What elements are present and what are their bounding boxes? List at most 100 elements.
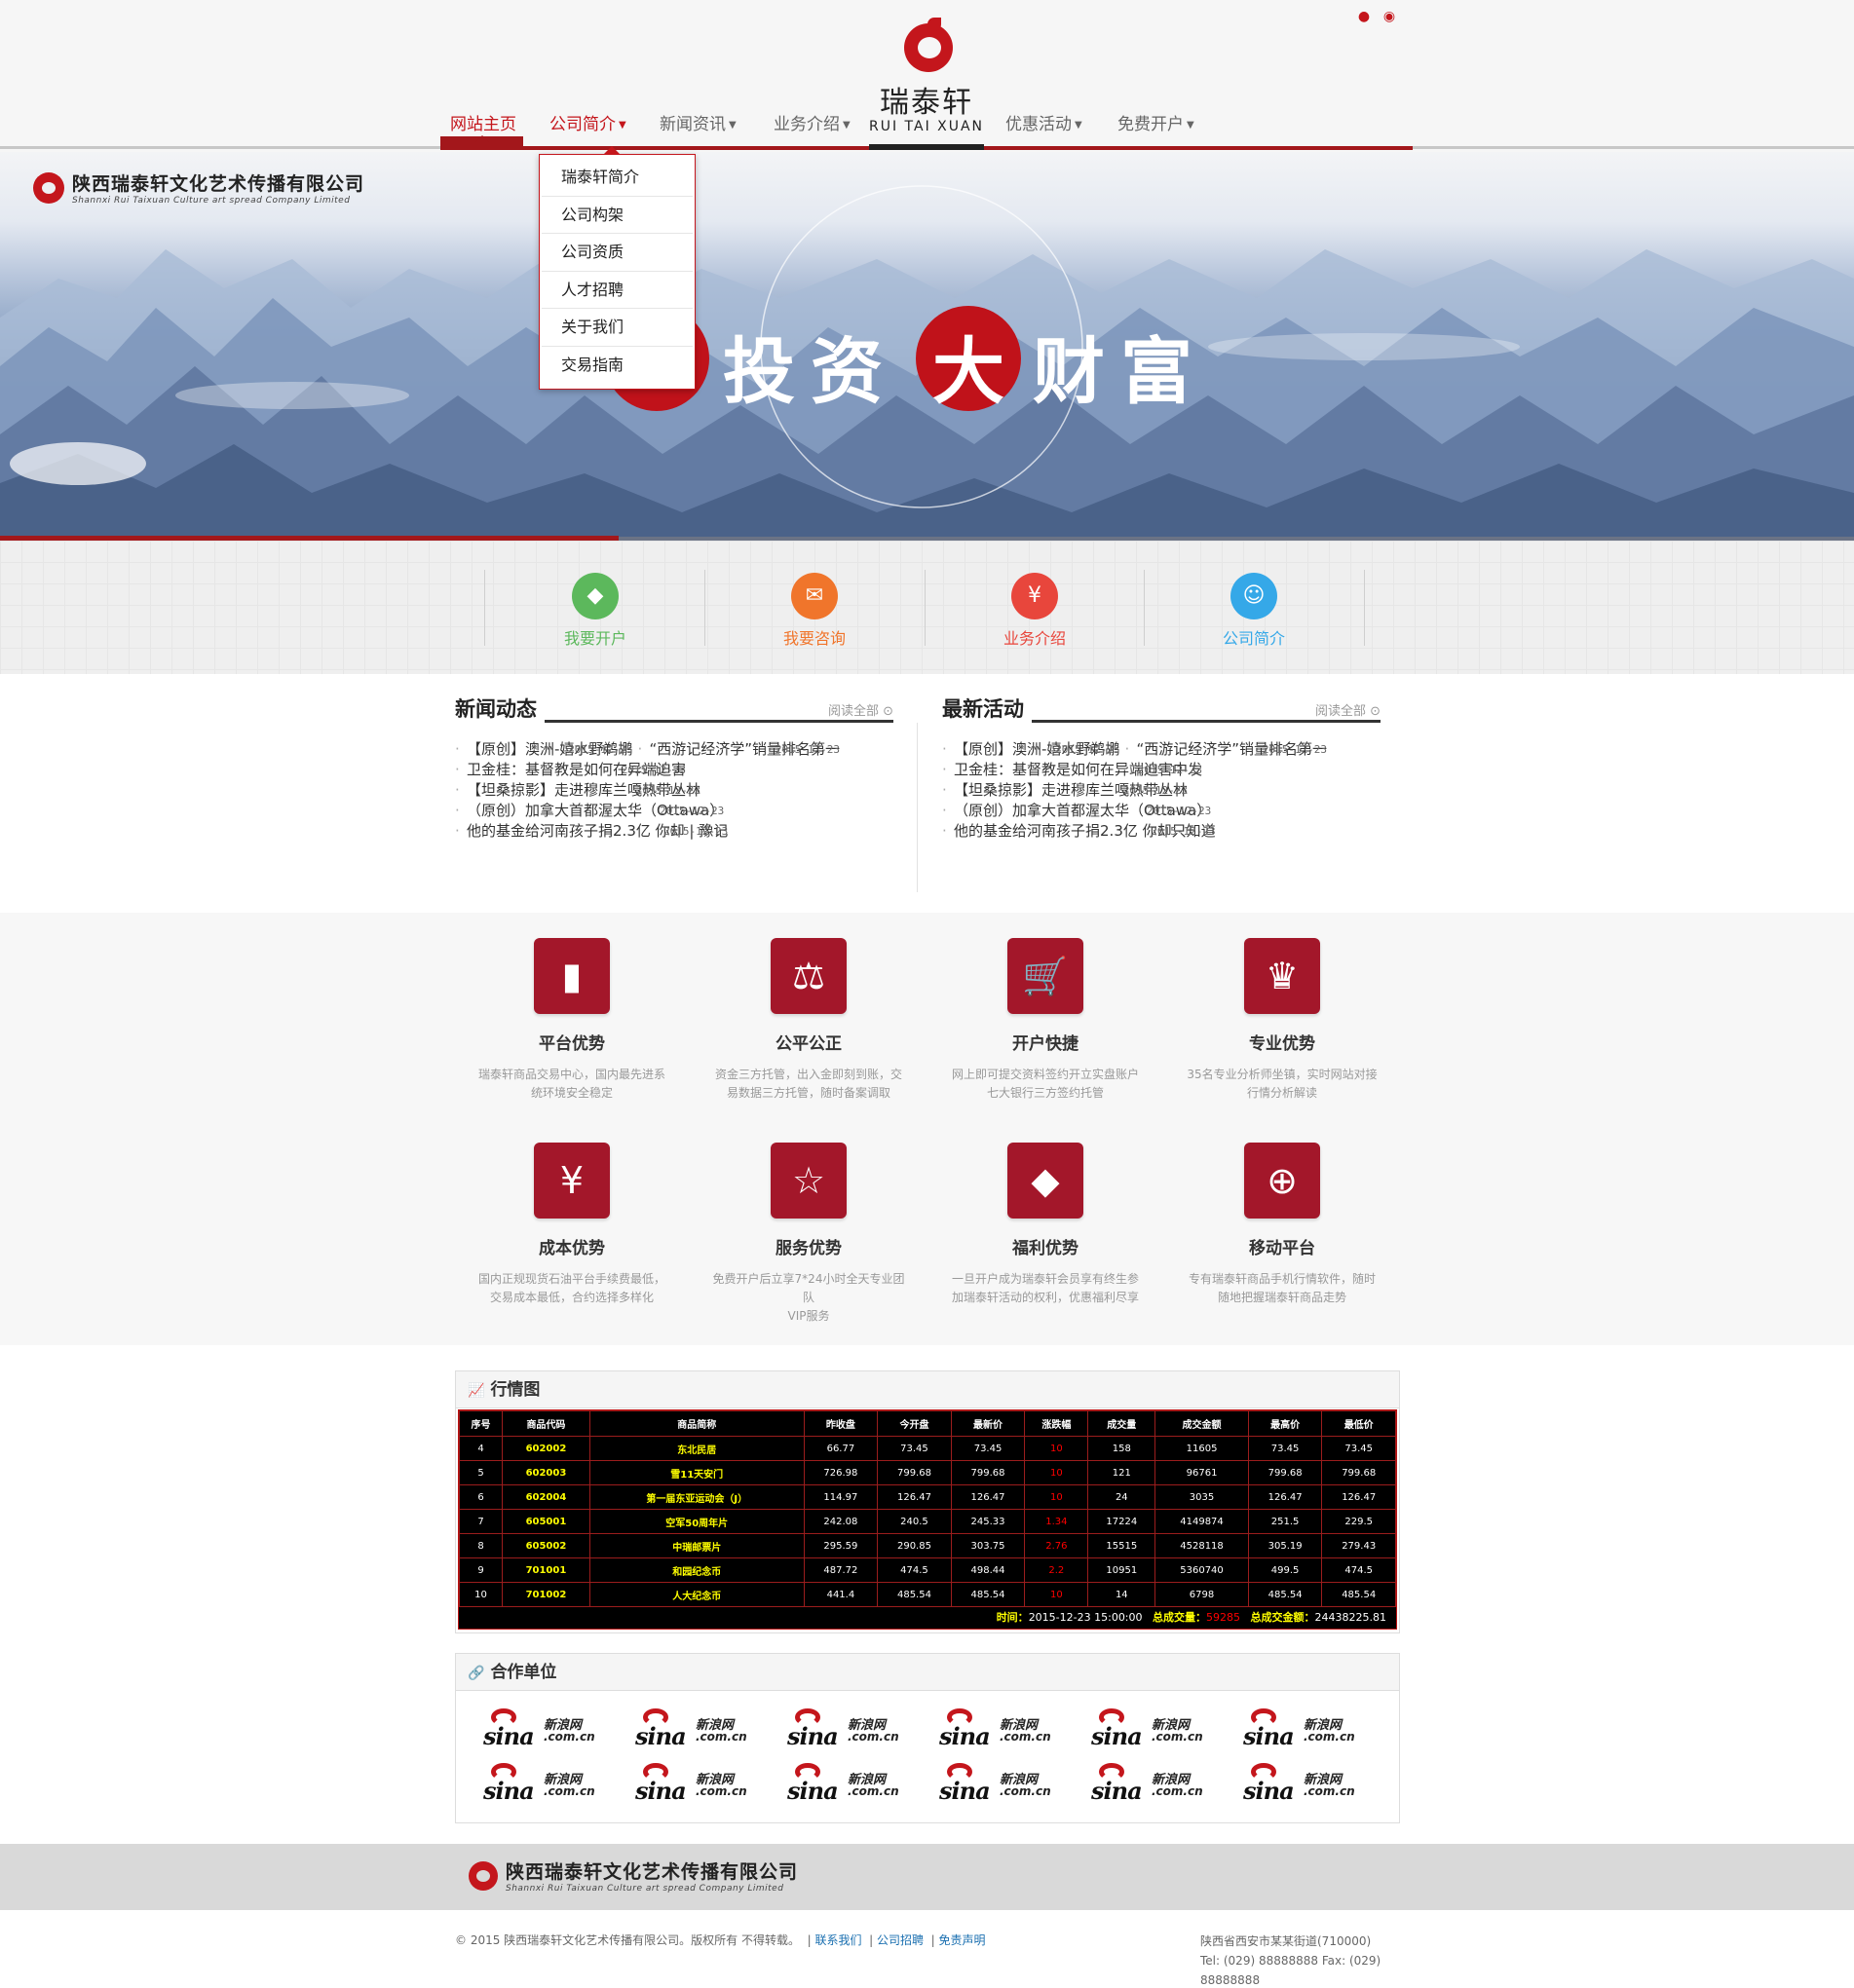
table-cell: 303.75 — [950, 1533, 1026, 1558]
activity-item[interactable]: 【原创】澳洲-嬉水野鹈鹕2015-12-23 — [942, 740, 1119, 758]
footer-link-careers[interactable]: 公司招聘 — [877, 1933, 924, 1947]
activity-item-date: 2015-12-23 — [1147, 805, 1212, 817]
nav-business[interactable]: 业务介绍 ▼ — [774, 110, 851, 134]
quick-link-open-account[interactable]: ◆ 我要开户 — [485, 573, 705, 648]
partner-logo-domain: .com.cn — [848, 1784, 899, 1798]
table-cell: 126.47 — [950, 1484, 1026, 1510]
advantage-desc-line: 加瑞泰轩活动的权利，优惠福利尽享 — [951, 1291, 1139, 1304]
nav-about[interactable]: 公司简介 ▼ — [549, 110, 626, 134]
nav-promotions[interactable]: 优惠活动 ▼ — [1005, 110, 1082, 134]
news-list: 【原创】澳洲-嬉水野鹈鹕2015-12-23 “西游记经济学”销量排名第一201… — [455, 738, 893, 841]
activity-item[interactable]: “西游记经济学”销量排名第一2015-12-23 — [1125, 740, 1328, 758]
news-header: 新闻动态 阅读全部 ⊙ — [455, 694, 893, 723]
footer-link-disclaimer[interactable]: 免责声明 — [939, 1933, 986, 1947]
dropdown-item-about-us[interactable]: 关于我们 — [542, 309, 693, 347]
address: 陕西省西安市某某街道(710000) — [1200, 1934, 1372, 1948]
partner-logo-word: sina — [483, 1722, 535, 1750]
column-header: 商品简称 — [588, 1410, 805, 1437]
table-row: 6 602004 第一届东亚运动会（J） 114.97 126.47 126.47 10 24… — [458, 1484, 1396, 1510]
table-cell: 441.4 — [803, 1582, 879, 1607]
activities-read-all-link[interactable]: 阅读全部 ⊙ — [1308, 700, 1381, 719]
advantage-desc: 网上即可提交资料签约开立实盘账户 七大银行三方签约托管 — [948, 1066, 1143, 1103]
dropdown-item-careers[interactable]: 人才招聘 — [542, 272, 693, 309]
news-read-all-link[interactable]: 阅读全部 ⊙ — [821, 700, 893, 719]
news-item[interactable]: 卫金桂：基督教是如何在异端迫害2015-12-23 — [455, 761, 686, 778]
column-header: 成交量 — [1087, 1410, 1156, 1437]
advantage-fairness: ⚖ 公平公正 资金三方托管，出入金即刻到账，交 易数据三方托管，随时备案调取 — [711, 938, 906, 1103]
partner-logo[interactable]: sina 新浪网 .com.cn — [939, 1708, 1056, 1750]
column-header: 最高价 — [1247, 1410, 1323, 1437]
activity-item[interactable]: （原创）加拿大首都渥太华（Ottawa）2015-12-23 — [942, 802, 1211, 819]
table-cell: 7 — [458, 1509, 504, 1534]
advantage-desc-line: 免费开户后立享7*24小时全天专业团队 — [712, 1272, 905, 1304]
partner-logo[interactable]: sina 新浪网 .com.cn — [1091, 1708, 1208, 1750]
table-row: 8 605002 中瑞邮票片 295.59 290.85 303.75 2.76 15515 4… — [458, 1533, 1396, 1558]
footer-link-contact[interactable]: 联系我们 — [815, 1933, 862, 1947]
wechat-icon[interactable]: ● — [1355, 10, 1373, 23]
partner-logo-word: sina — [787, 1722, 839, 1750]
chevron-down-icon: ▼ — [619, 120, 626, 131]
partner-logo-word: sina — [1243, 1777, 1295, 1805]
nav-news[interactable]: 新闻资讯 ▼ — [660, 110, 737, 134]
market-header: 📈 行情图 — [456, 1371, 1399, 1408]
site-logo[interactable]: 瑞泰轩 RUI TAI XUAN — [867, 18, 986, 148]
partner-logo[interactable]: sina 新浪网 .com.cn — [787, 1708, 904, 1750]
partner-logo[interactable]: sina 新浪网 .com.cn — [483, 1763, 600, 1805]
activity-item[interactable]: 卫金桂：基督教是如何在异端迫害中发2015-12-23 — [942, 761, 1202, 778]
market-summary: 时间：2015-12-23 15:00:00 总成交量：59285 总成交金额：… — [459, 1607, 1396, 1629]
column-header: 最低价 — [1321, 1410, 1396, 1437]
table-cell: 605001 — [502, 1509, 590, 1534]
table-cell: 240.5 — [877, 1509, 952, 1534]
activity-item[interactable]: 【坦桑掠影】走进穆库兰嘎热带丛林2015-12-23 — [942, 781, 1188, 799]
table-cell: 5360740 — [1154, 1557, 1249, 1583]
partner-logo-domain: .com.cn — [1000, 1784, 1051, 1798]
table-cell: 73.45 — [1247, 1436, 1323, 1461]
news-item[interactable]: 【原创】澳洲-嬉水野鹈鹕2015-12-23 — [455, 740, 632, 758]
news-section: 新闻动态 阅读全部 ⊙ 【原创】澳洲-嬉水野鹈鹕2015-12-23 “西游记经… — [455, 694, 893, 841]
slogan-char: 大 — [932, 330, 1004, 414]
quick-link-about[interactable]: ☺ 公司简介 — [1144, 573, 1364, 648]
chevron-down-icon: ▼ — [843, 120, 851, 131]
news-item[interactable]: 【坦桑掠影】走进穆库兰嘎热带丛林2015-12-23 — [455, 781, 700, 799]
market-table-body: 4 602002 东北民居 66.77 73.45 73.45 10 158 11605 73.4… — [458, 1436, 1396, 1607]
nav-open-account[interactable]: 免费开户 ▼ — [1117, 110, 1194, 134]
slogan-char: 财 — [1033, 330, 1105, 414]
table-cell: 242.08 — [803, 1509, 879, 1534]
advantage-title: 成本优势 — [539, 1239, 605, 1258]
partner-logo[interactable]: sina 新浪网 .com.cn — [939, 1763, 1056, 1805]
advantage-desc-line: 网上即可提交资料签约开立实盘账户 — [951, 1068, 1139, 1081]
table-cell: 10 — [1024, 1436, 1089, 1461]
nav-active-indicator — [440, 135, 523, 150]
table-row: 4 602002 东北民居 66.77 73.45 73.45 10 158 11605 73.4… — [458, 1436, 1396, 1461]
table-cell: 2.2 — [1024, 1557, 1089, 1583]
dropdown-item-qualification[interactable]: 公司资质 — [542, 234, 693, 272]
chat-icon: ✉ — [791, 573, 838, 619]
news-item[interactable]: “西游记经济学”销量排名第一2015-12-23 — [638, 740, 841, 758]
weibo-icon[interactable]: ◉ — [1381, 10, 1398, 23]
table-cell: 279.43 — [1321, 1533, 1396, 1558]
advantage-desc: 国内正规现货石油平台手续费最低， 交易成本最低，合约选择多样化 — [474, 1270, 669, 1307]
partner-logo[interactable]: sina 新浪网 .com.cn — [1243, 1708, 1360, 1750]
partner-logo[interactable]: sina 新浪网 .com.cn — [483, 1708, 600, 1750]
partner-logo[interactable]: sina 新浪网 .com.cn — [787, 1763, 904, 1805]
quick-link-business[interactable]: ¥ 业务介绍 — [925, 573, 1145, 648]
news-item[interactable]: （原创）加拿大首都渥太华（Ottawa）2015-12-23 — [455, 802, 724, 819]
partner-logo[interactable]: sina 新浪网 .com.cn — [635, 1763, 752, 1805]
table-cell: 605002 — [502, 1533, 590, 1558]
news-item[interactable]: 他的基金给河南孩子捐2.3亿 你却 | 豫记2015-12-23 — [455, 822, 728, 840]
partner-logo[interactable]: sina 新浪网 .com.cn — [1243, 1763, 1360, 1805]
activity-item[interactable]: 他的基金给河南孩子捐2.3亿 你却只知道2015-12-23 — [942, 822, 1216, 840]
table-cell: 251.5 — [1247, 1509, 1323, 1534]
partner-logo[interactable]: sina 新浪网 .com.cn — [1091, 1763, 1208, 1805]
nav-news-label: 新闻资讯 — [660, 115, 726, 134]
dropdown-item-trading-guide[interactable]: 交易指南 — [542, 347, 693, 385]
column-header: 商品代码 — [502, 1410, 590, 1437]
dropdown-item-structure[interactable]: 公司构架 — [542, 197, 693, 234]
table-cell: 24 — [1087, 1484, 1156, 1510]
market-panel: 📈 行情图 序号 商品代码 商品简称 昨收盘 今开盘 最新价 涨跌幅 成交量 成交… — [455, 1370, 1400, 1633]
dropdown-item-intro[interactable]: 瑞泰轩简介 — [542, 159, 693, 197]
hero-banner: 陕西瑞泰轩文化艺术传播有限公司 Shannxi Rui Taixuan Cult… — [0, 152, 1854, 540]
quick-link-consult[interactable]: ✉ 我要咨询 — [704, 573, 925, 648]
partner-logo[interactable]: sina 新浪网 .com.cn — [635, 1708, 752, 1750]
quick-link-label: 业务介绍 — [1003, 629, 1066, 648]
